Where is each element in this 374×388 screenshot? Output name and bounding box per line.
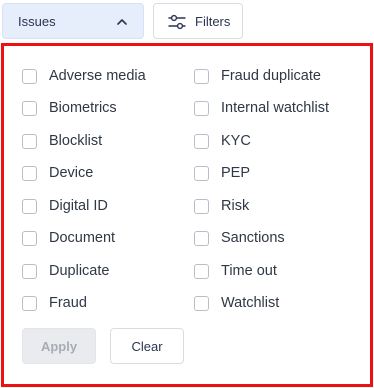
option-fraud-duplicate[interactable]: Fraud duplicate [194,65,321,87]
option-label: Adverse media [49,68,146,84]
option-fraud[interactable]: Fraud [22,292,87,314]
option-label: KYC [221,133,251,149]
checkbox[interactable] [22,165,37,181]
option-kyc[interactable]: KYC [194,130,251,152]
apply-button[interactable]: Apply [22,328,96,364]
issues-filter-panel: Adverse media Biometrics Blocklist Devic… [1,43,373,387]
checkbox[interactable] [194,230,209,246]
checkbox[interactable] [22,295,37,311]
filters-button[interactable]: Filters [153,3,243,39]
option-risk[interactable]: Risk [194,195,249,217]
option-label: Risk [221,198,250,214]
option-biometrics[interactable]: Biometrics [22,97,117,119]
checkbox[interactable] [194,68,209,84]
option-watchlist[interactable]: Watchlist [194,292,279,314]
issues-dropdown-button[interactable]: Issues [2,3,144,39]
checkbox[interactable] [194,133,209,149]
filters-button-label: Filters [195,14,231,29]
option-pep[interactable]: PEP [194,162,250,184]
option-label: Document [49,230,116,246]
checkbox[interactable] [22,68,37,84]
chevron-up-icon [117,19,127,25]
checkbox[interactable] [22,263,37,279]
option-label: Duplicate [49,263,110,279]
option-label: Watchlist [221,295,280,311]
option-label: Biometrics [49,100,117,116]
checkbox[interactable] [22,198,37,214]
filter-toolbar: Issues Filters [0,0,374,42]
sliders-icon [168,14,186,30]
option-digital-id[interactable]: Digital ID [22,195,108,217]
checkbox[interactable] [194,263,209,279]
option-blocklist[interactable]: Blocklist [22,130,102,152]
option-adverse-media[interactable]: Adverse media [22,65,146,87]
option-label: Fraud [49,295,87,311]
checkbox[interactable] [194,295,209,311]
checkbox[interactable] [22,230,37,246]
option-sanctions[interactable]: Sanctions [194,227,285,249]
option-label: Digital ID [49,198,108,214]
checkbox[interactable] [194,198,209,214]
option-label: Fraud duplicate [221,68,321,84]
option-device[interactable]: Device [22,162,93,184]
option-document[interactable]: Document [22,227,115,249]
option-time-out[interactable]: Time out [194,260,277,282]
option-label: Blocklist [49,133,103,149]
option-label: Time out [221,263,277,279]
clear-button[interactable]: Clear [110,328,184,364]
option-label: PEP [221,165,251,181]
checkbox[interactable] [22,100,37,116]
issues-button-label: Issues [18,13,56,29]
checkbox[interactable] [194,100,209,116]
option-internal-watchlist[interactable]: Internal watchlist [194,97,329,119]
checkbox[interactable] [194,165,209,181]
option-duplicate[interactable]: Duplicate [22,260,109,282]
option-label: Sanctions [221,230,285,246]
option-label: Internal watchlist [221,100,329,116]
checkbox[interactable] [22,133,37,149]
option-label: Device [49,165,94,181]
